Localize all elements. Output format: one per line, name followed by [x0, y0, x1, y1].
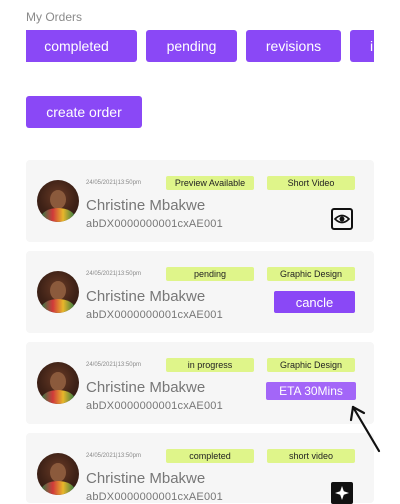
order-code: abDX0000000001cxAE001 — [86, 309, 223, 321]
service-badge: Graphic Design — [267, 267, 355, 281]
customer-name: Christine Mbakwe — [86, 379, 206, 396]
filter-in-progress[interactable]: in progress — [350, 30, 374, 62]
sparkle-icon[interactable] — [331, 482, 353, 504]
order-timestamp: 24/05/2021|13:50pm — [86, 453, 141, 459]
arrow-icon — [349, 405, 381, 453]
service-badge: short video — [267, 449, 355, 463]
order-code: abDX0000000001cxAE001 — [86, 491, 223, 503]
cancel-button[interactable]: cancle — [274, 291, 355, 313]
filter-bar[interactable]: completed pending revisions in progress — [26, 30, 374, 62]
order-card[interactable]: 24/05/2021|13:50pm in progress Graphic D… — [26, 342, 374, 424]
filter-revisions[interactable]: revisions — [246, 30, 341, 62]
filter-pending[interactable]: pending — [146, 30, 237, 62]
avatar — [37, 271, 79, 313]
customer-name: Christine Mbakwe — [86, 288, 206, 305]
order-card[interactable]: 24/05/2021|13:50pm completed short video… — [26, 433, 374, 504]
avatar — [37, 453, 79, 495]
status-badge: pending — [166, 267, 254, 281]
avatar — [37, 180, 79, 222]
customer-name: Christine Mbakwe — [86, 470, 206, 487]
customer-name: Christine Mbakwe — [86, 197, 206, 214]
status-badge: Preview Available — [166, 176, 254, 190]
eta-button[interactable]: ETA 30Mins — [266, 382, 356, 400]
order-timestamp: 24/05/2021|13:50pm — [86, 362, 141, 368]
page-title: My Orders — [26, 10, 83, 24]
order-timestamp: 24/05/2021|13:50pm — [86, 271, 141, 277]
service-badge: Graphic Design — [267, 358, 355, 372]
eye-icon[interactable] — [331, 208, 353, 230]
order-card[interactable]: 24/05/2021|13:50pm Preview Available Sho… — [26, 160, 374, 242]
status-badge: completed — [166, 449, 254, 463]
create-order-button[interactable]: create order — [26, 96, 142, 128]
order-code: abDX0000000001cxAE001 — [86, 218, 223, 230]
order-card[interactable]: 24/05/2021|13:50pm pending Graphic Desig… — [26, 251, 374, 333]
service-badge: Short Video — [267, 176, 355, 190]
order-code: abDX0000000001cxAE001 — [86, 400, 223, 412]
order-timestamp: 24/05/2021|13:50pm — [86, 180, 141, 186]
status-badge: in progress — [166, 358, 254, 372]
filter-completed[interactable]: completed — [26, 30, 137, 62]
avatar — [37, 362, 79, 404]
